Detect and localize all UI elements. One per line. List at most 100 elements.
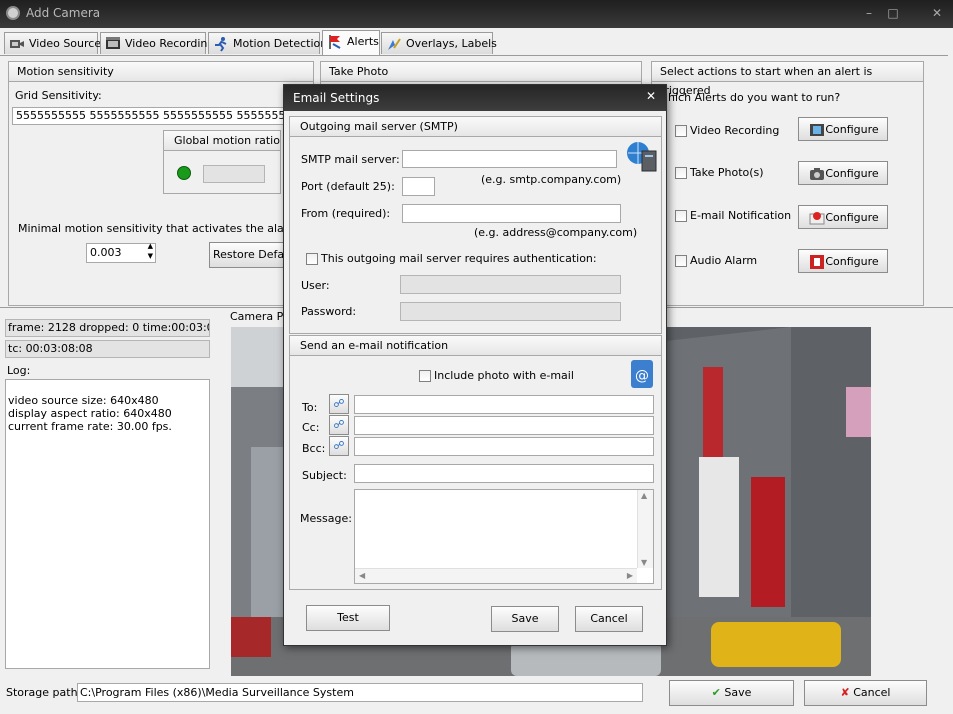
smtp-section: Outgoing mail server (SMTP) SMTP mail se…: [289, 116, 662, 334]
subject-label: Subject:: [302, 469, 347, 482]
bcc-input[interactable]: [354, 437, 654, 456]
section-header: Send an e-mail notification: [290, 336, 661, 356]
horizontal-scrollbar[interactable]: ◀ ▶: [355, 568, 637, 583]
scroll-down-icon[interactable]: ▼: [641, 558, 647, 567]
configure-take-photos-button[interactable]: Configure: [798, 161, 888, 185]
to-input[interactable]: [354, 395, 654, 414]
minimal-sensitivity-spinner[interactable]: 0.003 ▲ ▼: [86, 242, 156, 263]
smtp-server-input[interactable]: [402, 150, 617, 168]
cc-input[interactable]: [354, 416, 654, 435]
motion-sensitivity-group: Motion sensitivity Grid Sensitivity: 555…: [8, 61, 314, 306]
dialog-close-button[interactable]: ✕: [646, 89, 656, 103]
group-header: Take Photo: [321, 62, 641, 82]
bcc-address-book-button[interactable]: ☍: [329, 436, 349, 456]
grid-sensitivity-field[interactable]: 5555555555 5555555555 5555555555 5555555…: [12, 107, 312, 125]
log-label: Log:: [7, 364, 31, 377]
scroll-right-icon[interactable]: ▶: [627, 571, 633, 580]
storage-path-label: Storage path:: [6, 686, 82, 699]
tab-motion-detection[interactable]: Motion Detection: [208, 32, 327, 54]
maximize-button[interactable]: □: [882, 4, 904, 22]
message-label: Message:: [300, 512, 352, 525]
title-bar: Add Camera – □ ✕: [0, 0, 953, 28]
camera-app-icon: [6, 6, 20, 20]
test-button[interactable]: Test: [306, 605, 390, 631]
tab-label: Video Source: [29, 37, 102, 50]
configure-video-recording-button[interactable]: Configure: [798, 117, 888, 141]
button-label: Save: [724, 686, 752, 699]
subject-input[interactable]: [354, 464, 654, 483]
dialog-save-button[interactable]: Save: [491, 606, 559, 632]
button-label: Configure: [825, 255, 879, 268]
close-window-button[interactable]: ✕: [926, 4, 948, 22]
smtp-server-label: SMTP mail server:: [301, 153, 400, 166]
section-header: Outgoing mail server (SMTP): [290, 117, 661, 137]
scroll-up-icon[interactable]: ▲: [641, 491, 647, 500]
tab-alerts[interactable]: Alerts: [322, 30, 380, 56]
save-button[interactable]: ✔ Save: [669, 680, 794, 706]
take-photos-checkbox[interactable]: [675, 167, 687, 179]
audio-alarm-label: Audio Alarm: [690, 254, 758, 267]
mail-server-icon: [627, 142, 657, 172]
group-header: Global motion ratio: [164, 131, 280, 151]
dialog-cancel-button[interactable]: Cancel: [575, 606, 643, 632]
speaker-icon: [810, 255, 824, 269]
tab-strip: Video Source Video Recording Motion Dete…: [0, 28, 953, 56]
motion-status-indicator: [177, 166, 191, 180]
log-line: display aspect ratio: 640x480: [8, 407, 172, 420]
user-label: User:: [301, 279, 330, 292]
from-hint: (e.g. address@company.com): [474, 226, 638, 239]
video-recording-checkbox[interactable]: [675, 125, 687, 137]
password-label: Password:: [301, 305, 357, 318]
video-source-icon: [10, 40, 24, 48]
tab-video-source[interactable]: Video Source: [4, 32, 102, 54]
cc-label: Cc:: [302, 421, 320, 434]
contacts-icon: ☍: [333, 397, 345, 410]
minimal-sensitivity-label: Minimal motion sensitivity that activate…: [18, 222, 312, 235]
minimize-button[interactable]: –: [858, 4, 880, 22]
take-photos-label: Take Photo(s): [690, 166, 764, 179]
overlay-pen-icon: [388, 38, 401, 50]
email-notification-checkbox[interactable]: [675, 210, 687, 222]
log-textarea[interactable]: video source size: 640x480 display aspec…: [5, 379, 210, 669]
bottom-bar: Storage path: C:\Program Files (x86)\Med…: [0, 679, 953, 714]
tab-overlays-labels[interactable]: Overlays, Labels: [381, 32, 497, 54]
vertical-scrollbar[interactable]: ▲ ▼: [637, 490, 653, 568]
tab-video-recording[interactable]: Video Recording: [100, 32, 214, 54]
email-notification-label: E-mail Notification: [690, 209, 792, 222]
alert-actions-group: Select actions to start when an alert is…: [651, 61, 924, 306]
email-alert-icon: [809, 212, 825, 225]
password-input[interactable]: [400, 302, 621, 321]
contacts-icon: ☍: [333, 439, 345, 452]
smtp-server-hint: (e.g. smtp.company.com): [481, 173, 622, 186]
message-textarea[interactable]: ▲ ▼ ◀ ▶: [354, 489, 654, 584]
film-icon: [810, 124, 824, 136]
button-label: Cancel: [853, 686, 891, 699]
to-label: To:: [302, 401, 318, 414]
dialog-title: Email Settings: [293, 91, 380, 105]
storage-path-input[interactable]: C:\Program Files (x86)\Media Surveillanc…: [77, 683, 643, 702]
scroll-left-icon[interactable]: ◀: [359, 571, 365, 580]
audio-alarm-checkbox[interactable]: [675, 255, 687, 267]
frame-info-field: frame: 2128 dropped: 0 time:00:03:08 29: [5, 319, 210, 337]
spinner-down-icon[interactable]: ▼: [148, 252, 153, 260]
motion-ratio-bar: [203, 165, 265, 183]
button-label: Configure: [825, 211, 879, 224]
spinner-value: 0.003: [90, 246, 122, 259]
from-input[interactable]: [402, 204, 621, 223]
cc-address-book-button[interactable]: ☍: [329, 415, 349, 435]
spinner-up-icon[interactable]: ▲: [148, 242, 153, 250]
port-input[interactable]: [402, 177, 435, 196]
camera-icon: [810, 168, 824, 180]
video-recording-label: Video Recording: [690, 124, 780, 137]
configure-audio-alarm-button[interactable]: Configure: [798, 249, 888, 273]
from-label: From (required):: [301, 207, 391, 220]
requires-auth-checkbox[interactable]: [306, 253, 318, 265]
group-header: Motion sensitivity: [9, 62, 313, 82]
configure-email-button[interactable]: Configure: [798, 205, 888, 229]
to-address-book-button[interactable]: ☍: [329, 394, 349, 414]
user-input[interactable]: [400, 275, 621, 294]
include-photo-checkbox[interactable]: [419, 370, 431, 382]
send-notification-section: Send an e-mail notification @ Include ph…: [289, 335, 662, 590]
cancel-button[interactable]: ✘ Cancel: [804, 680, 927, 706]
dialog-title-bar: Email Settings: [284, 85, 666, 111]
